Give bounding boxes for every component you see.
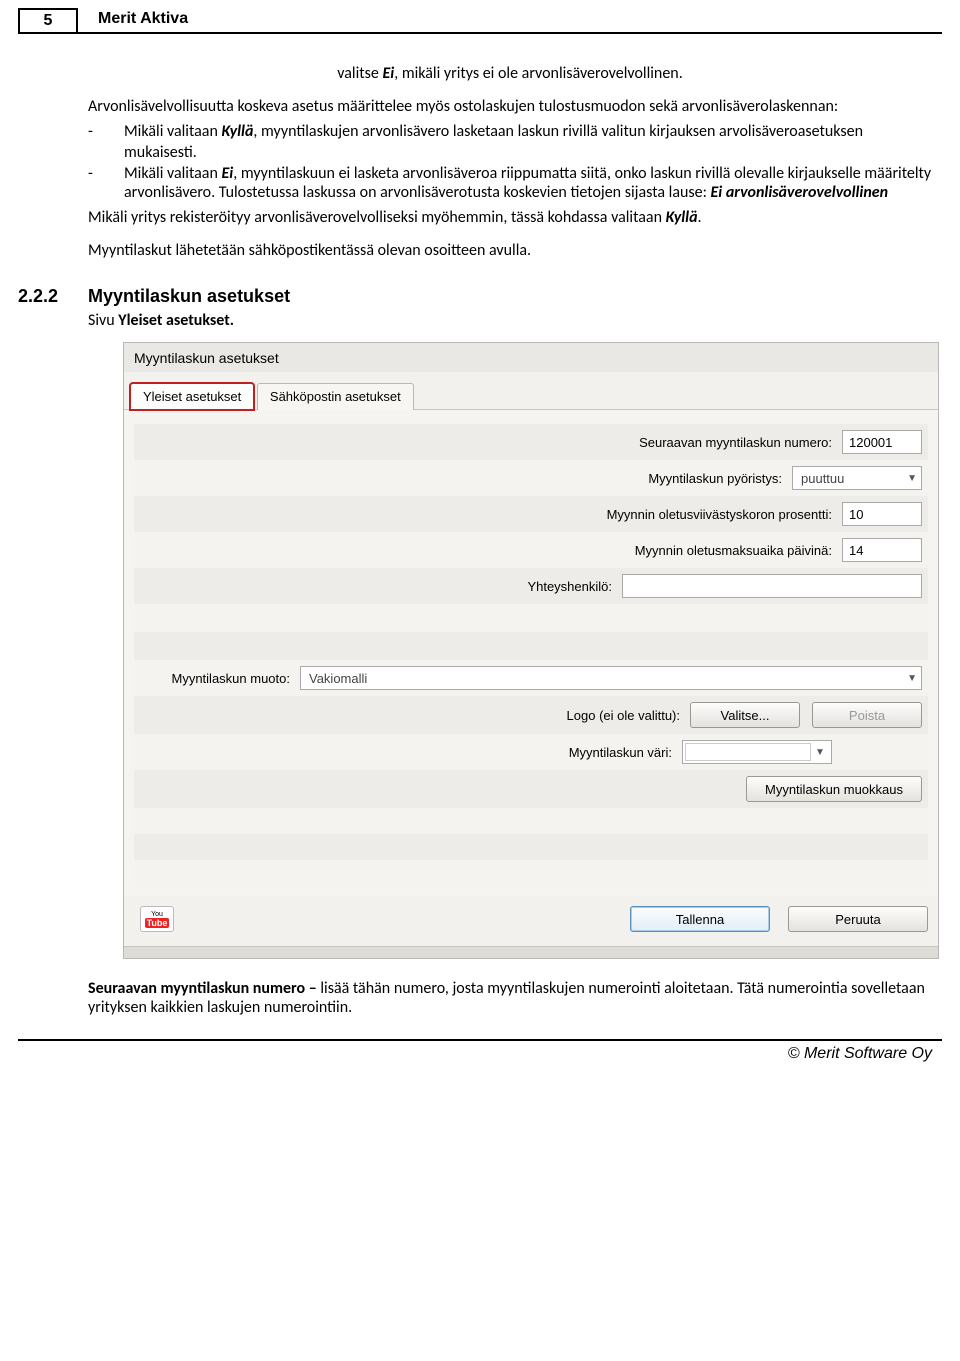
dropdown-value: puuttuu	[801, 471, 844, 486]
tab-email[interactable]: Sähköpostin asetukset	[257, 383, 414, 410]
body-text: valitse Ei, mikäli yritys ei ole arvonli…	[18, 64, 942, 260]
paragraph: Arvonlisävelvollisuutta koskeva asetus m…	[88, 97, 932, 116]
paragraph: Seuraavan myyntilaskun numero – lisää tä…	[18, 979, 942, 1017]
document-title: Merit Aktiva	[78, 8, 942, 32]
text: You	[151, 911, 163, 918]
text: valitse	[337, 64, 382, 83]
label-logo: Logo (ei ole valittu):	[567, 708, 690, 723]
text: Mikäli valitaan	[124, 164, 222, 183]
save-button[interactable]: Tallenna	[630, 906, 770, 932]
youtube-icon[interactable]: You Tube	[140, 906, 174, 932]
dropdown-value: Vakiomalli	[309, 671, 367, 686]
page-footer: © Merit Software Oy	[18, 1039, 942, 1063]
color-swatch	[685, 743, 811, 761]
chevron-down-icon: ▼	[907, 473, 917, 484]
contact-input[interactable]	[622, 574, 922, 598]
section-heading: 2.2.2 Myyntilaskun asetukset	[18, 286, 942, 307]
paragraph: Myyntilaskut lähetetään sähköpostikentäs…	[88, 241, 932, 260]
list-item-cont: mukaisesti.	[124, 143, 932, 162]
label-contact: Yhteyshenkilö:	[527, 579, 622, 594]
cancel-button[interactable]: Peruuta	[788, 906, 928, 932]
tab-general[interactable]: Yleiset asetukset	[130, 383, 254, 410]
text-bold: Yleiset asetukset.	[118, 311, 234, 330]
format-dropdown[interactable]: Vakiomalli ▼	[300, 666, 922, 690]
page-header: 5 Merit Aktiva	[18, 8, 942, 34]
text: Mikäli valitaan	[124, 122, 222, 141]
settings-dialog: Myyntilaskun asetukset Yleiset asetukset…	[123, 342, 939, 959]
emphasis-ei: Ei	[382, 64, 394, 83]
payment-days-input[interactable]	[842, 538, 922, 562]
tab-panel: Seuraavan myyntilaskun numero: Myyntilas…	[124, 410, 938, 896]
edit-invoice-button[interactable]: Myyntilaskun muokkaus	[746, 776, 922, 802]
dialog-title: Myyntilaskun asetukset	[124, 343, 938, 372]
text: Mikäli yritys rekisteröityy arvonlisäver…	[88, 208, 666, 227]
list-item: -Mikäli valitaan Kyllä, myyntilaskujen a…	[106, 122, 932, 141]
text: .	[698, 208, 702, 227]
label-payment-days: Myynnin oletusmaksuaika päivinä:	[635, 543, 842, 558]
chevron-down-icon: ▼	[811, 747, 829, 758]
rounding-dropdown[interactable]: puuttuu ▼	[792, 466, 922, 490]
page-number: 5	[18, 8, 78, 32]
choose-logo-button[interactable]: Valitse...	[690, 702, 800, 728]
label-next-invoice: Seuraavan myyntilaskun numero:	[639, 435, 842, 450]
paragraph: Mikäli yritys rekisteröityy arvonlisäver…	[88, 208, 932, 227]
text: , mikäli yritys ei ole arvonlisäverovelv…	[394, 64, 683, 83]
chevron-down-icon: ▼	[907, 673, 917, 684]
label-rounding: Myyntilaskun pyöristys:	[648, 471, 792, 486]
text-bold: Seuraavan myyntilaskun numero –	[88, 979, 320, 998]
label-color: Myyntilaskun väri:	[569, 745, 682, 760]
section-number: 2.2.2	[18, 286, 88, 307]
subheading: Sivu Yleiset asetukset.	[18, 311, 942, 330]
list-item: -Mikäli valitaan Ei, myyntilaskuun ei la…	[106, 164, 932, 202]
tab-strip: Yleiset asetukset Sähköpostin asetukset	[124, 372, 938, 410]
color-dropdown[interactable]: ▼	[682, 740, 832, 764]
label-interest: Myynnin oletusviivästyskoron prosentti:	[607, 507, 842, 522]
text: , myyntilaskujen arvonlisävero lasketaan…	[253, 122, 863, 141]
intro-line: valitse Ei, mikäli yritys ei ole arvonli…	[88, 64, 932, 83]
dialog-footer: You Tube Tallenna Peruuta	[124, 896, 938, 946]
section-title: Myyntilaskun asetukset	[88, 286, 290, 307]
emphasis-ei: Ei	[222, 164, 234, 183]
remove-logo-button[interactable]: Poista	[812, 702, 922, 728]
emphasis-kylla: Kyllä	[222, 122, 254, 141]
interest-input[interactable]	[842, 502, 922, 526]
label-format: Myyntilaskun muoto:	[140, 671, 300, 686]
emphasis-kylla: Kyllä	[666, 208, 698, 227]
next-invoice-input[interactable]	[842, 430, 922, 454]
text: Tube	[145, 918, 170, 928]
text: Sivu	[88, 311, 118, 330]
emphasis-bold: Ei arvonlisäverovelvollinen	[711, 183, 889, 202]
scrollbar-horizontal[interactable]	[124, 946, 938, 958]
